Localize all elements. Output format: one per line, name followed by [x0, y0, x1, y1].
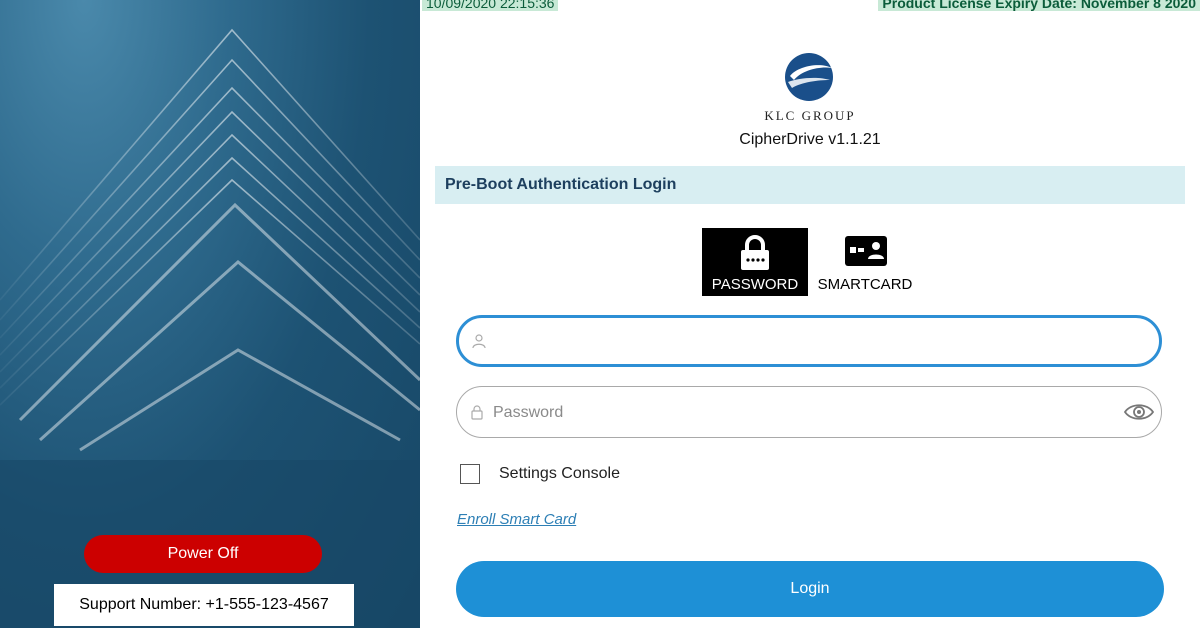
- password-field: [456, 386, 1162, 439]
- smartcard-icon: [845, 236, 887, 266]
- login-button[interactable]: Login: [456, 561, 1164, 617]
- left-panel: Power Off Support Number: +1-555-123-456…: [0, 0, 420, 628]
- user-icon: [472, 334, 486, 349]
- password-input[interactable]: [491, 387, 1115, 439]
- username-input[interactable]: [493, 318, 1117, 366]
- auth-header: Pre-Boot Authentication Login: [435, 166, 1185, 204]
- tab-password-label: PASSWORD: [711, 276, 799, 293]
- company-name: KLC GROUP: [764, 108, 856, 123]
- power-off-button[interactable]: Power Off: [84, 535, 322, 573]
- lock-icon: [471, 405, 483, 420]
- support-number: Support Number: +1-555-123-4567: [54, 584, 354, 626]
- padlock-icon: [741, 235, 769, 270]
- tab-password[interactable]: PASSWORD: [702, 228, 808, 296]
- tab-smartcard[interactable]: SMARTCARD: [810, 228, 920, 296]
- product-version: CipherDrive v1.1.21: [739, 131, 881, 148]
- building-graphic: [0, 28, 420, 628]
- settings-console-checkbox[interactable]: [460, 464, 480, 484]
- datetime-display: 10/09/2020 22:15:36: [422, 0, 559, 11]
- settings-console-label: Settings Console: [499, 465, 620, 482]
- klc-logo: [785, 53, 833, 101]
- enroll-smart-card-link[interactable]: Enroll Smart Card: [457, 511, 576, 528]
- license-expiry: Product License Expiry Date: November 8 …: [878, 0, 1200, 11]
- tab-smartcard-label: SMARTCARD: [817, 276, 913, 293]
- eye-icon[interactable]: [1123, 402, 1155, 422]
- username-field: [456, 315, 1162, 367]
